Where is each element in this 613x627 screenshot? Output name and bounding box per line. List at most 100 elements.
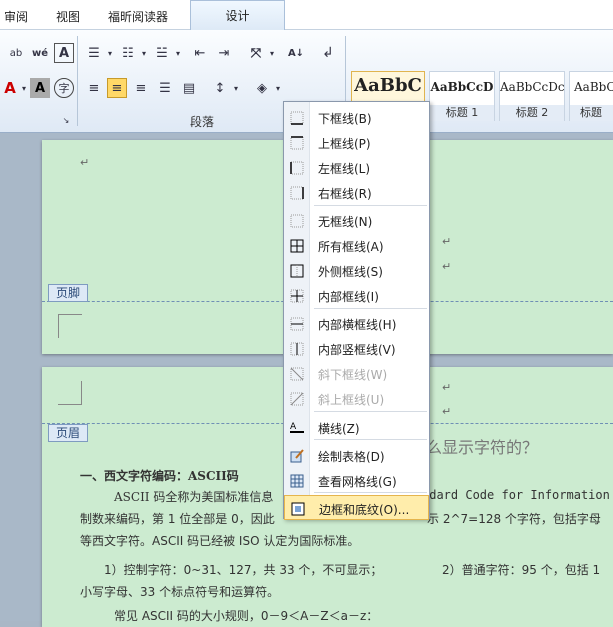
menu-item-label: 所有框线(A) xyxy=(318,240,384,254)
menu-item-border-left[interactable]: 左框线(L) xyxy=(284,155,429,180)
body-line: 制数来编码，第 1 位全部是 0，因此 xyxy=(80,512,275,526)
menu-separator xyxy=(314,308,427,309)
menu-separator xyxy=(314,439,427,440)
style-name: 标题 xyxy=(570,105,613,121)
borders-dropdown-menu: 下框线(B) 上框线(P) 左框线(L) 右框线(R) 无框线(N) 所有框线(A) 外侧框… xyxy=(283,101,430,520)
line-spacing-dropdown-icon[interactable]: ▾ xyxy=(226,78,246,98)
menu-item-label: 绘制表格(D) xyxy=(318,450,385,464)
menu-item-border-diagonal-down: 斜下框线(W) xyxy=(284,361,429,386)
style-title-2[interactable]: AaBbC 标题 xyxy=(569,71,613,121)
menu-separator xyxy=(314,205,427,206)
style-heading-1[interactable]: AaBbCcD 标题 1 xyxy=(429,71,495,121)
style-heading-2[interactable]: AaBbCcDc 标题 2 xyxy=(499,71,565,121)
menu-item-draw-table[interactable]: 绘制表格(D) xyxy=(284,443,429,468)
paragraph-group-label: 段落 xyxy=(190,115,215,129)
border-diagonal-up-icon xyxy=(290,392,304,406)
sort-icon[interactable]: A↓ xyxy=(286,43,306,63)
menu-item-border-bottom[interactable]: 下框线(B) xyxy=(284,105,429,130)
menu-item-label: 横线(Z) xyxy=(318,422,360,436)
paragraph-mark: ↵ xyxy=(442,235,452,248)
menu-item-label: 边框和底纹(O)... xyxy=(319,503,410,517)
character-border-wen-icon[interactable]: wé xyxy=(30,43,50,63)
multilevel-dropdown-icon[interactable]: ▾ xyxy=(168,43,188,63)
align-right-icon[interactable]: ≡ xyxy=(131,78,151,98)
menu-item-label: 外侧框线(S) xyxy=(318,265,383,279)
justify-icon[interactable]: ☰ xyxy=(155,78,175,98)
paragraph-mark: ↵ xyxy=(442,405,452,418)
heading-fragment: 么显示字符的？ xyxy=(426,438,539,457)
chinese-layout-dropdown-icon[interactable]: ▾ xyxy=(262,43,282,63)
style-preview: AaBbC xyxy=(354,75,422,96)
border-none-icon xyxy=(290,214,304,228)
menu-item-view-gridlines[interactable]: 查看网格线(G) xyxy=(284,468,429,493)
border-inside-vertical-icon xyxy=(290,342,304,356)
character-shading-icon[interactable]: A xyxy=(30,78,50,98)
menu-item-border-top[interactable]: 上框线(P) xyxy=(284,130,429,155)
shading-dropdown-icon[interactable]: ▾ xyxy=(268,78,288,98)
menu-item-label: 无框线(N) xyxy=(318,215,373,229)
header-tag: 页眉 xyxy=(48,424,89,442)
font-dialog-launcher-icon[interactable]: ↘ xyxy=(60,114,72,126)
numbering-dropdown-icon[interactable]: ▾ xyxy=(134,43,154,63)
menu-item-border-diagonal-up: 斜上框线(U) xyxy=(284,386,429,411)
phonetic-guide-icon[interactable]: ab xyxy=(6,43,26,63)
align-center-icon[interactable]: ≡ xyxy=(107,78,127,98)
decrease-indent-icon[interactable]: ⇤ xyxy=(190,43,210,63)
svg-text:A: A xyxy=(290,422,297,432)
menu-item-borders-shading[interactable]: 边框和底纹(O)... xyxy=(284,495,429,520)
style-preview: AaBbCcDc xyxy=(500,80,564,94)
body-line: 常见 ASCII 码的大小规则，0－9＜A－Z＜a－z： xyxy=(114,609,379,623)
border-top-icon xyxy=(290,136,304,150)
style-preview: AaBbC xyxy=(574,80,613,94)
menu-item-label: 内部框线(I) xyxy=(318,290,379,304)
menu-item-label: 斜上框线(U) xyxy=(318,393,385,407)
ribbon-tab-bar: 审阅 视图 福昕阅读器 设计 xyxy=(0,0,613,31)
border-outside-icon xyxy=(290,264,304,278)
crop-mark xyxy=(58,381,82,405)
increase-indent-icon[interactable]: ⇥ xyxy=(214,43,234,63)
border-diagonal-down-icon xyxy=(290,367,304,381)
border-inside-horizontal-icon xyxy=(290,317,304,331)
align-left-icon[interactable]: ≡ xyxy=(84,78,104,98)
menu-item-border-inside[interactable]: 内部框线(I) xyxy=(284,283,429,308)
tab-review[interactable]: 审阅 xyxy=(4,8,28,25)
enclose-characters-icon[interactable]: 字 xyxy=(54,78,74,98)
menu-item-horizontal-line[interactable]: A 横线(Z) xyxy=(284,415,429,440)
style-name: 标题 2 xyxy=(500,105,564,121)
menu-item-border-none[interactable]: 无框线(N) xyxy=(284,208,429,233)
horizontal-line-icon: A xyxy=(290,421,304,435)
body-line: 1）控制字符：0~31、127，共 33 个，不可显示； xyxy=(104,563,383,577)
menu-item-border-inside-vertical[interactable]: 内部竖框线(V) xyxy=(284,336,429,361)
border-left-icon xyxy=(290,161,304,175)
body-line: 示 2^7=128 个字符，包括字母 xyxy=(427,512,601,526)
body-line: 小写字母、33 个标点符号和运算符。 xyxy=(80,585,280,599)
menu-item-border-right[interactable]: 右框线(R) xyxy=(284,180,429,205)
style-preview: AaBbCcD xyxy=(430,80,494,94)
menu-item-border-inside-horizontal[interactable]: 内部横框线(H) xyxy=(284,311,429,336)
draw-table-icon xyxy=(290,449,304,463)
menu-item-label: 内部横框线(H) xyxy=(318,318,397,332)
section-title: 一、西文字符编码：ASCII码 xyxy=(80,469,239,483)
bullets-dropdown-icon[interactable]: ▾ xyxy=(100,43,120,63)
body-line: ASCII 码全称为美国标准信息 xyxy=(114,490,274,504)
menu-separator xyxy=(314,411,427,412)
tab-design-label: 设计 xyxy=(225,9,250,23)
paragraph-mark: ↵ xyxy=(442,260,452,273)
menu-item-border-outside[interactable]: 外侧框线(S) xyxy=(284,258,429,283)
distributed-icon[interactable]: ▤ xyxy=(179,78,199,98)
menu-item-label: 内部竖框线(V) xyxy=(318,343,396,357)
tab-foxit-reader[interactable]: 福昕阅读器 xyxy=(108,8,168,25)
paragraph-mark: ↵ xyxy=(442,381,452,394)
border-bottom-icon xyxy=(290,111,304,125)
border-inside-icon xyxy=(290,289,304,303)
tab-design[interactable]: 设计 xyxy=(190,0,285,31)
menu-item-border-all[interactable]: 所有框线(A) xyxy=(284,233,429,258)
menu-item-label: 斜下框线(W) xyxy=(318,368,388,382)
footer-tag: 页脚 xyxy=(48,284,89,302)
paragraph-mark: ↵ xyxy=(80,156,90,169)
menu-item-label: 查看网格线(G) xyxy=(318,475,397,489)
borders-shading-icon xyxy=(291,502,305,516)
tab-view[interactable]: 视图 xyxy=(56,8,80,25)
character-border-icon[interactable]: A xyxy=(54,43,74,63)
show-marks-icon[interactable]: ↲ xyxy=(318,43,338,63)
